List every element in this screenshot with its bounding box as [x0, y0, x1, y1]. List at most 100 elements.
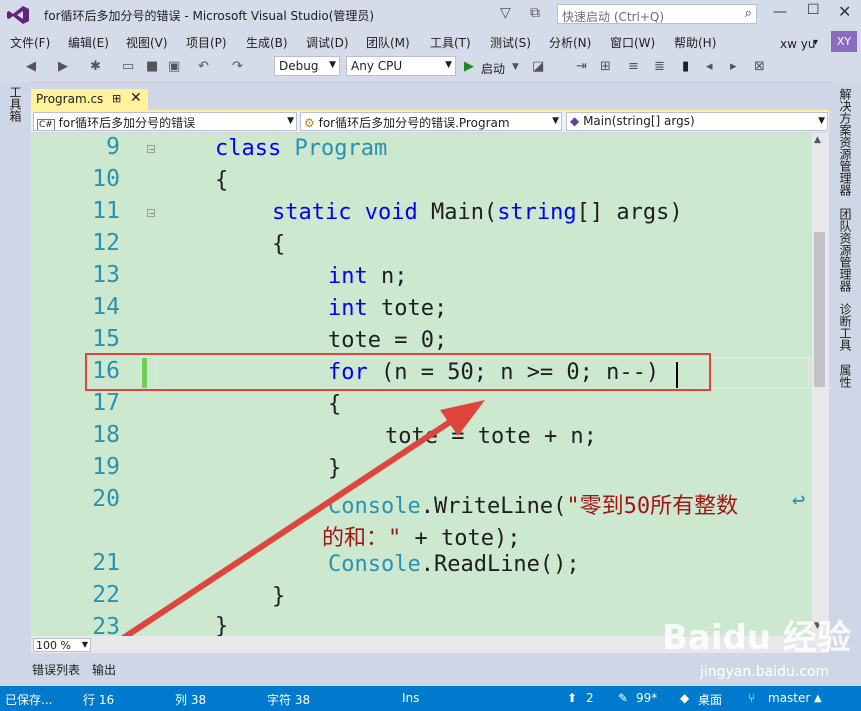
- menu-project[interactable]: 项目(P): [186, 34, 227, 51]
- outdent-icon[interactable]: ≣: [654, 59, 665, 74]
- platform-select[interactable]: Any CPU ▼: [346, 56, 456, 76]
- line-number: 13: [92, 262, 120, 288]
- watermark-url: jingyan.baidu.com: [700, 664, 830, 680]
- menu-help[interactable]: 帮助(H): [674, 34, 716, 51]
- line-number: 10: [92, 166, 120, 192]
- repository-icon[interactable]: ◆: [680, 691, 689, 705]
- browser-icon[interactable]: ◪: [532, 59, 544, 74]
- method-name: Main(: [430, 200, 498, 225]
- diagnostic-tools-tab[interactable]: 诊断工具: [838, 303, 852, 351]
- feedback-icon[interactable]: ⧉: [530, 5, 540, 21]
- zoom-select[interactable]: 100 % ▼: [33, 638, 91, 652]
- step-icon[interactable]: ⇥: [576, 59, 587, 74]
- line-number: 14: [92, 294, 120, 320]
- bookmark-clear-icon[interactable]: ⊠: [754, 59, 765, 74]
- baidu-watermark-logo: Baidu 经验: [662, 618, 851, 658]
- pending-changes[interactable]: 99*: [636, 691, 657, 705]
- save-icon[interactable]: ■: [146, 59, 158, 74]
- menu-view[interactable]: 视图(V): [126, 34, 168, 51]
- maximize-icon[interactable]: ☐: [807, 2, 820, 18]
- menu-debug[interactable]: 调试(D): [306, 34, 349, 51]
- team-explorer-tab[interactable]: 团队资源管理器: [838, 208, 852, 292]
- properties-tab[interactable]: 属性: [838, 364, 852, 388]
- unpushed-commits[interactable]: 2: [586, 691, 594, 705]
- menu-build[interactable]: 生成(B): [246, 34, 288, 51]
- redo-icon[interactable]: ↷: [232, 59, 243, 74]
- status-bar: [0, 686, 861, 711]
- output-tab[interactable]: 输出: [92, 661, 116, 678]
- open-file-icon[interactable]: ▭: [122, 59, 134, 74]
- start-icon[interactable]: ▶: [464, 59, 474, 74]
- chevron-down-icon[interactable]: ▼: [512, 62, 519, 72]
- scroll-up-icon[interactable]: ▲: [814, 135, 821, 145]
- code-line-14: int tote;: [328, 296, 447, 321]
- document-tab-label[interactable]: Program.cs: [36, 92, 103, 106]
- code-line-15: tote = 0;: [328, 328, 448, 353]
- code-line-11: static void Main(string[] args): [272, 200, 683, 225]
- menu-analyze[interactable]: 分析(N): [549, 34, 591, 51]
- chevron-up-icon[interactable]: ▲: [814, 693, 822, 704]
- close-tab-icon[interactable]: ✕: [130, 90, 142, 106]
- scrollbar-thumb[interactable]: [814, 232, 825, 387]
- collapse-icon[interactable]: −: [147, 145, 155, 154]
- undo-icon[interactable]: ↶: [198, 59, 209, 74]
- start-button[interactable]: 启动: [481, 60, 505, 77]
- branch-name[interactable]: master: [768, 691, 810, 705]
- menu-test[interactable]: 测试(S): [490, 34, 531, 51]
- menu-tools[interactable]: 工具(T): [430, 34, 471, 51]
- pencil-icon[interactable]: ✎: [618, 691, 628, 705]
- solution-explorer-tab[interactable]: 解决方案资源管理器: [838, 88, 852, 196]
- error-list-tab[interactable]: 错误列表: [32, 661, 80, 678]
- menu-file[interactable]: 文件(F): [10, 34, 50, 51]
- chevron-down-icon: ▼: [818, 116, 825, 126]
- back-icon[interactable]: ◀: [26, 59, 36, 74]
- status-insert-mode: Ins: [402, 691, 420, 705]
- csharp-project-icon: C#: [37, 119, 55, 130]
- zoom-value: 100 %: [36, 639, 71, 652]
- repository-name[interactable]: 桌面: [698, 691, 722, 708]
- identifier: tote;: [367, 296, 448, 321]
- project-dropdown[interactable]: C# for循环后多加分号的错误 ▼: [33, 112, 297, 131]
- quick-launch-input[interactable]: 快速启动 (Ctrl+Q) ⌕: [557, 4, 757, 24]
- code-line-13: int n;: [328, 264, 408, 289]
- left-dock-rail: [0, 82, 30, 660]
- line-number: 12: [92, 230, 120, 256]
- search-icon: ⌕: [744, 6, 752, 21]
- minimize-icon[interactable]: —: [773, 4, 787, 20]
- chevron-down-icon: ▼: [329, 60, 336, 70]
- member-dropdown[interactable]: ◆ Main(string[] args) ▼: [566, 112, 828, 131]
- arrow-up-icon[interactable]: ⬆: [567, 691, 577, 705]
- line-number: 15: [92, 326, 120, 352]
- type-name: Program: [294, 136, 388, 161]
- close-icon[interactable]: ✕: [838, 2, 851, 21]
- menu-window[interactable]: 窗口(W): [610, 34, 655, 51]
- forward-icon[interactable]: ▶: [58, 59, 68, 74]
- user-name[interactable]: xw yu: [780, 37, 815, 51]
- type-dropdown[interactable]: ⚙ for循环后多加分号的错误.Program ▼: [300, 112, 562, 131]
- avatar[interactable]: XY: [831, 31, 857, 53]
- collapse-icon[interactable]: −: [147, 209, 155, 218]
- bookmark-icon[interactable]: ▮: [682, 59, 689, 74]
- chevron-down-icon: ▼: [552, 116, 559, 126]
- code-line-12: {: [272, 232, 286, 257]
- indent-icon[interactable]: ≡: [628, 59, 639, 74]
- keyword: int: [328, 296, 368, 321]
- identifier: n;: [367, 264, 408, 289]
- bookmark-next-icon[interactable]: ▸: [730, 59, 737, 74]
- save-all-icon[interactable]: ▣: [168, 59, 180, 74]
- new-project-icon[interactable]: ✱: [90, 59, 101, 74]
- bookmark-prev-icon[interactable]: ◂: [706, 59, 713, 74]
- chevron-down-icon[interactable]: ▾: [813, 37, 818, 48]
- toolbox-tab[interactable]: 工具箱: [8, 86, 22, 122]
- format-icon[interactable]: ⊞: [600, 59, 611, 74]
- visual-studio-logo-icon: [7, 6, 29, 24]
- branch-icon[interactable]: ⑂: [748, 691, 755, 705]
- menu-edit[interactable]: 编辑(E): [68, 34, 109, 51]
- pin-icon[interactable]: ⊞: [112, 92, 121, 105]
- configuration-select[interactable]: Debug ▼: [274, 56, 340, 76]
- filter-icon[interactable]: ▽: [500, 5, 511, 21]
- menu-team[interactable]: 团队(M): [366, 34, 410, 51]
- params: [] args): [576, 200, 683, 225]
- keyword: static void: [272, 200, 418, 225]
- line-number: 9: [106, 134, 120, 160]
